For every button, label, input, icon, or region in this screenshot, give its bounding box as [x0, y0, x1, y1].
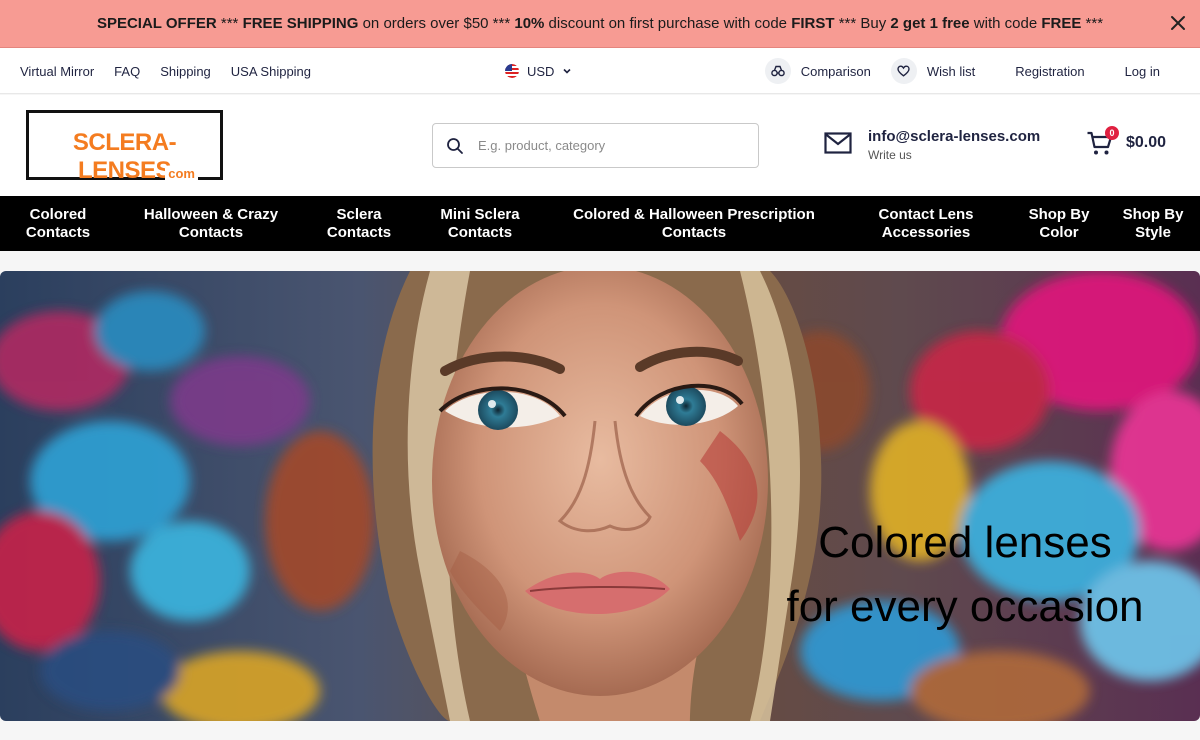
- us-flag-icon: [505, 64, 519, 78]
- heart-icon: [890, 58, 917, 84]
- nav-label-line2: Contacts: [447, 223, 513, 241]
- currency-selector[interactable]: USD: [505, 48, 572, 94]
- search-bar[interactable]: [432, 123, 759, 168]
- hero-image: [0, 271, 1200, 721]
- chevron-down-icon: [563, 68, 572, 74]
- virtual-mirror-link[interactable]: Virtual Mirror: [20, 64, 94, 79]
- search-input[interactable]: [478, 138, 728, 153]
- usa-shipping-link[interactable]: USA Shipping: [231, 64, 311, 79]
- contact-block: info@sclera-lenses.com Write us: [824, 128, 1040, 162]
- nav-label-line1: Shop By: [1122, 205, 1184, 223]
- close-icon[interactable]: [1168, 13, 1188, 33]
- promo-text: SPECIAL OFFER *** FREE SHIPPING on order…: [97, 15, 1103, 32]
- nav-halloween-crazy-contacts[interactable]: Halloween & Crazy Contacts: [130, 196, 292, 251]
- logo-com: com: [165, 166, 198, 181]
- promo-discount: 10%: [514, 15, 545, 32]
- comparison-link[interactable]: Comparison: [764, 58, 871, 84]
- site-logo[interactable]: SCLERA-LENSES com: [26, 110, 223, 184]
- cart-button[interactable]: 0 $0.00: [1086, 126, 1167, 157]
- nav-label-line2: Contacts: [178, 223, 244, 241]
- nav-label-line1: Halloween & Crazy: [143, 205, 279, 223]
- search-icon[interactable]: [446, 137, 464, 155]
- nav-label-line2: Color: [1039, 223, 1079, 241]
- faq-link[interactable]: FAQ: [114, 64, 140, 79]
- promo-code-first: FIRST: [791, 15, 835, 32]
- nav-label-line1: Colored & Halloween Prescription: [573, 205, 815, 223]
- currency-label: USD: [527, 63, 555, 79]
- hero-title-line2: for every occasion: [786, 582, 1144, 631]
- nav-shop-by-style[interactable]: Shop By Style: [1113, 196, 1193, 251]
- promo-text-3: *** Buy: [834, 15, 891, 32]
- promo-text-1: on orders over $50 ***: [358, 15, 515, 32]
- promo-free-shipping: FREE SHIPPING: [242, 15, 359, 32]
- nav-mini-sclera-contacts[interactable]: Mini Sclera Contacts: [428, 196, 532, 251]
- nav-label-line2: Accessories: [881, 223, 971, 241]
- promo-deal: 2 get 1 free: [890, 15, 970, 32]
- nav-label-line1: Contact Lens: [878, 205, 974, 223]
- wishlist-link[interactable]: Wish list: [890, 58, 976, 84]
- mail-icon: [824, 132, 852, 154]
- cart-icon-wrap: 0: [1086, 126, 1119, 157]
- main-nav: Colored Contacts Halloween & Crazy Contact…: [0, 196, 1200, 251]
- wishlist-label: Wish list: [926, 63, 976, 79]
- promo-code-free: FREE: [1041, 15, 1082, 32]
- write-us-label: Write us: [868, 148, 912, 162]
- nav-shop-by-color[interactable]: Shop By Color: [1019, 196, 1099, 251]
- nav-lens-accessories[interactable]: Contact Lens Accessories: [862, 196, 990, 251]
- nav-label-line2: Contacts: [661, 223, 727, 241]
- hero-title-line1: Colored lenses: [818, 518, 1112, 567]
- nav-label-line2: Contacts: [326, 223, 392, 241]
- promo-banner: SPECIAL OFFER *** FREE SHIPPING on order…: [0, 0, 1200, 48]
- utility-bar: Virtual Mirror FAQ Shipping USA Shipping…: [0, 48, 1200, 94]
- hero-banner[interactable]: Colored lenses for every occasion: [0, 271, 1200, 721]
- comparison-icon: [764, 58, 791, 84]
- nav-sclera-contacts[interactable]: Sclera Contacts: [315, 196, 403, 251]
- nav-label-line1: Mini Sclera: [440, 205, 520, 223]
- nav-label-line2: Style: [1135, 223, 1171, 241]
- nav-label-line1: Colored: [29, 205, 87, 223]
- cart-total: $0.00: [1126, 134, 1167, 151]
- site-header: SCLERA-LENSES com info@sclera-lenses.com…: [0, 95, 1200, 196]
- nav-colored-contacts[interactable]: Colored Contacts: [8, 196, 108, 251]
- hero-caption: Colored lenses for every occasion: [740, 511, 1190, 639]
- promo-text-5: ***: [1081, 15, 1104, 32]
- shipping-link[interactable]: Shipping: [160, 64, 211, 79]
- promo-special-offer: SPECIAL OFFER: [96, 15, 217, 32]
- registration-link[interactable]: Registration: [1015, 64, 1084, 79]
- promo-text-4: with code: [969, 15, 1042, 32]
- nav-label-line2: Contacts: [25, 223, 91, 241]
- nav-label-line1: Shop By: [1028, 205, 1090, 223]
- cart-count-badge: 0: [1105, 126, 1119, 140]
- promo-sep: ***: [216, 15, 243, 32]
- account-links: Comparison Wish list Registration Log in: [764, 48, 1160, 94]
- login-link[interactable]: Log in: [1125, 64, 1160, 79]
- nav-label-line1: Sclera: [336, 205, 382, 223]
- comparison-label: Comparison: [800, 63, 871, 79]
- contact-email[interactable]: info@sclera-lenses.com: [868, 128, 1040, 145]
- utility-links: Virtual Mirror FAQ Shipping USA Shipping: [20, 48, 311, 94]
- promo-text-2: discount on first purchase with code: [544, 15, 792, 32]
- nav-prescription-contacts[interactable]: Colored & Halloween Prescription Contacts: [555, 196, 833, 251]
